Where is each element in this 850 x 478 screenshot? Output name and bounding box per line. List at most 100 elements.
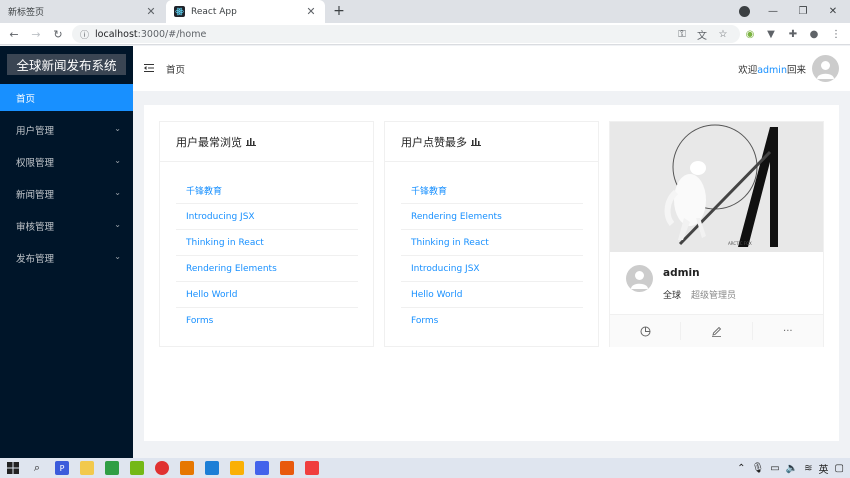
app-layout: 全球新闻发布系统 首页 用户管理 ⌄ 权限管理 ⌄ 新闻管理 ⌄ 审核管理 ⌄ — [0, 46, 850, 458]
forward-icon[interactable]: → — [28, 26, 44, 42]
card-title-text: 用户点赞最多 — [401, 135, 467, 149]
profile-role: 超级管理员 — [691, 291, 737, 301]
more-action[interactable]: ··· — [753, 322, 823, 340]
news-list: 千锋教育 Introducing JSX Thinking in React R… — [176, 178, 358, 334]
profile-description: 全球 超级管理员 — [663, 288, 736, 301]
file-explorer-icon[interactable] — [230, 461, 244, 475]
tab-search-icon[interactable] — [739, 6, 750, 17]
app-icon[interactable] — [80, 461, 94, 475]
app-icon[interactable] — [180, 461, 194, 475]
new-tab-button[interactable]: + — [330, 2, 348, 20]
app-icon[interactable] — [255, 461, 269, 475]
sidebar-item-user-manage[interactable]: 用户管理 ⌄ — [0, 116, 133, 143]
user-profile-card: ARCTIC FOX admin 全球 超级管理员 ··· — [609, 121, 824, 347]
list-item[interactable]: Thinking in React — [401, 230, 583, 256]
windows-taskbar: ⌕ P ⌃ 🎙 ▭ 🔈 ≋ 英 ▢ — [0, 458, 850, 478]
extensions-puzzle-icon[interactable]: ✚ — [785, 26, 801, 42]
wifi-icon[interactable]: ≋ — [804, 463, 812, 474]
card-title-text: 用户最常浏览 — [176, 135, 242, 149]
tab-title: 新标签页 — [8, 8, 45, 18]
list-item[interactable]: Hello World — [401, 282, 583, 308]
welcome-suffix: 回来 — [786, 65, 806, 76]
news-list: 千锋教育 Rendering Elements Thinking in Reac… — [401, 178, 583, 334]
sidebar-item-label: 新闻管理 — [16, 189, 55, 201]
browser-tab-react-app[interactable]: React App ✕ — [166, 0, 325, 23]
list-item[interactable]: 千锋教育 — [401, 178, 583, 204]
sidebar-item-label: 权限管理 — [16, 157, 55, 169]
chevron-down-icon: ⌄ — [114, 156, 121, 165]
sidebar-item-audit-manage[interactable]: 审核管理 ⌄ — [0, 212, 133, 239]
edit-action[interactable] — [681, 322, 753, 340]
user-icon — [631, 271, 648, 289]
sidebar-item-publish-manage[interactable]: 发布管理 ⌄ — [0, 244, 133, 271]
list-item[interactable]: Forms — [401, 308, 583, 334]
back-icon[interactable]: ← — [6, 26, 22, 42]
chrome-icon[interactable] — [155, 461, 169, 475]
url-input[interactable]: ⓘ localhost:3000/#/home — [72, 25, 740, 43]
app-logo: 全球新闻发布系统 — [7, 54, 126, 75]
key-icon[interactable]: ⚿ — [674, 26, 690, 42]
card-title: 用户最常浏览 — [160, 122, 373, 162]
info-icon[interactable]: ⓘ — [80, 28, 89, 41]
pie-chart-icon — [640, 326, 651, 336]
extension-icon[interactable]: ◉ — [742, 26, 758, 42]
list-item[interactable]: Introducing JSX — [176, 204, 358, 230]
vue-devtools-icon[interactable]: ▼ — [763, 26, 779, 42]
windows-start-icon[interactable] — [6, 461, 20, 475]
card-title: 用户点赞最多 — [385, 122, 598, 162]
close-icon[interactable]: ✕ — [145, 5, 157, 18]
url-host: localhost — [95, 28, 138, 40]
browser-tab-newtab[interactable]: 新标签页 ✕ — [0, 0, 165, 23]
reload-icon[interactable]: ↻ — [50, 26, 66, 42]
app-icon[interactable]: P — [55, 461, 69, 475]
system-tray: ⌃ 🎙 ▭ 🔈 ≋ 英 ▢ — [731, 461, 844, 476]
volume-icon[interactable]: 🔈 — [786, 463, 798, 474]
url-path: :3000/#/home — [137, 28, 207, 40]
settings-action[interactable] — [610, 322, 682, 340]
sidebar-item-home[interactable]: 首页 — [0, 84, 133, 111]
sidebar-item-news-manage[interactable]: 新闻管理 ⌄ — [0, 180, 133, 207]
menu-fold-icon[interactable] — [144, 63, 154, 73]
address-bar: ← → ↻ ⓘ localhost:3000/#/home ⚿ 文 ☆ ◉ ▼ … — [0, 23, 850, 45]
sidebar-item-permission-manage[interactable]: 权限管理 ⌄ — [0, 148, 133, 175]
account-icon[interactable]: ● — [806, 26, 822, 42]
powerpoint-icon[interactable] — [280, 461, 294, 475]
close-icon[interactable]: ✕ — [305, 5, 317, 18]
microphone-icon[interactable]: 🎙 — [752, 463, 765, 474]
bookmark-star-icon[interactable]: ☆ — [715, 26, 731, 42]
app-icon[interactable] — [105, 461, 119, 475]
chevron-down-icon: ⌄ — [114, 252, 121, 261]
list-item[interactable]: Introducing JSX — [401, 256, 583, 282]
input-language[interactable]: 英 — [819, 461, 829, 476]
top-header: 首页 欢迎admin回来 — [133, 46, 850, 91]
restore-icon[interactable]: ❐ — [788, 6, 818, 17]
edit-icon — [711, 326, 722, 337]
vscode-icon[interactable] — [205, 461, 219, 475]
translate-icon[interactable]: 文 — [694, 26, 710, 42]
app-icon[interactable] — [305, 461, 319, 475]
chevron-down-icon: ⌄ — [114, 188, 121, 197]
search-icon[interactable]: ⌕ — [30, 461, 44, 475]
list-item[interactable]: 千锋教育 — [176, 178, 358, 204]
most-liked-card: 用户点赞最多 千锋教育 Rendering Elements Thinking … — [384, 121, 599, 347]
list-item[interactable]: Thinking in React — [176, 230, 358, 256]
cover-image: ARCTIC FOX — [610, 122, 823, 252]
avatar[interactable] — [812, 55, 839, 82]
app-icon[interactable] — [130, 461, 144, 475]
list-item[interactable]: Rendering Elements — [176, 256, 358, 282]
sidebar-item-label: 审核管理 — [16, 221, 55, 233]
more-menu-icon[interactable]: ⋮ — [828, 26, 844, 42]
chevron-up-icon[interactable]: ⌃ — [737, 463, 745, 474]
profile-region: 全球 — [663, 291, 682, 301]
card-actions: ··· — [610, 314, 823, 347]
sidebar-item-label: 用户管理 — [16, 125, 55, 137]
user-icon — [817, 61, 834, 79]
list-item[interactable]: Hello World — [176, 282, 358, 308]
list-item[interactable]: Forms — [176, 308, 358, 334]
list-item[interactable]: Rendering Elements — [401, 204, 583, 230]
close-window-icon[interactable]: ✕ — [818, 6, 848, 17]
notification-icon[interactable]: ▢ — [835, 463, 844, 474]
profile-name: admin — [663, 267, 700, 279]
battery-icon[interactable]: ▭ — [770, 463, 779, 474]
minimize-icon[interactable]: — — [758, 6, 788, 17]
